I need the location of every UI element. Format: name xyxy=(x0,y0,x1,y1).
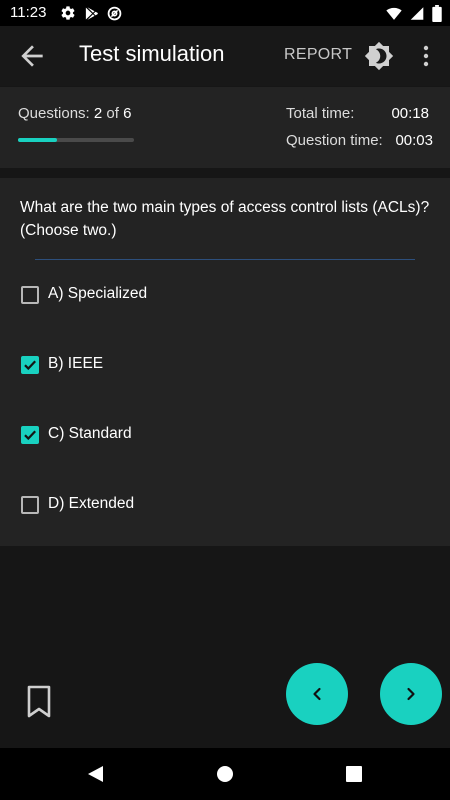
bookmark-button[interactable] xyxy=(25,684,53,720)
option-c-label: C) Standard xyxy=(48,425,132,442)
question-text: What are the two main types of access co… xyxy=(20,199,430,239)
recents-square-icon xyxy=(346,766,362,782)
total-time-label: Total time: xyxy=(286,105,355,122)
signal-icon xyxy=(410,7,424,20)
gear-icon xyxy=(61,6,75,20)
question-card: What are the two main types of access co… xyxy=(0,178,450,546)
overflow-menu-button[interactable] xyxy=(416,42,436,70)
previous-question-button[interactable] xyxy=(286,663,348,725)
chevron-right-icon xyxy=(407,687,415,701)
total-time-value: 00:18 xyxy=(391,105,429,122)
at-sign-icon xyxy=(107,6,122,20)
question-time-value: 00:03 xyxy=(395,132,433,149)
report-button[interactable]: REPORT xyxy=(284,46,352,64)
wifi-icon xyxy=(386,7,402,20)
option-d-label: D) Extended xyxy=(48,495,135,512)
option-b-label: B) IEEE xyxy=(48,355,104,372)
system-nav-bar xyxy=(0,748,450,800)
next-question-button[interactable] xyxy=(380,663,442,725)
bookmark-icon xyxy=(27,685,51,718)
checkbox-d[interactable] xyxy=(21,496,39,514)
questions-label: Questions: xyxy=(18,105,90,122)
brightness-icon xyxy=(364,41,394,71)
option-d[interactable]: D) Extended xyxy=(0,480,450,530)
page-title: Test simulation xyxy=(79,41,225,66)
back-triangle-icon xyxy=(88,766,103,782)
progress-bar-fill xyxy=(18,138,57,142)
divider xyxy=(35,259,415,260)
status-bar: 11:23 xyxy=(0,0,450,26)
more-vert-icon xyxy=(423,45,429,67)
battery-icon xyxy=(432,5,442,22)
nav-home-button[interactable] xyxy=(213,762,237,786)
checkbox-b[interactable] xyxy=(21,356,39,374)
option-c[interactable]: C) Standard xyxy=(0,410,450,460)
play-store-icon xyxy=(85,6,98,20)
option-b[interactable]: B) IEEE xyxy=(0,340,450,390)
checkmark-icon xyxy=(24,360,36,371)
arrow-left-icon xyxy=(21,45,43,67)
nav-recents-button[interactable] xyxy=(342,762,366,786)
total-questions-number: 6 xyxy=(123,105,132,122)
option-a[interactable]: A) Specialized xyxy=(0,270,450,320)
question-time-label: Question time: xyxy=(286,132,383,149)
checkbox-a[interactable] xyxy=(21,286,39,304)
app-bar: Test simulation REPORT xyxy=(0,26,450,86)
nav-back-button[interactable] xyxy=(84,762,108,786)
status-icons-right xyxy=(386,5,442,22)
chevron-left-icon xyxy=(313,687,321,701)
home-circle-icon xyxy=(217,766,233,782)
progress-card: Questions: 2 of 6 Total time: 00:18 Ques… xyxy=(0,87,450,168)
current-question-number: 2 xyxy=(93,105,103,122)
progress-bar xyxy=(18,138,134,142)
checkbox-c[interactable] xyxy=(21,426,39,444)
option-a-label: A) Specialized xyxy=(48,285,148,302)
checkmark-icon xyxy=(24,430,36,441)
of-label: of xyxy=(106,105,119,122)
status-time: 11:23 xyxy=(10,4,47,21)
question-counter: Questions: 2 of 6 xyxy=(18,105,131,122)
status-icons-left xyxy=(60,5,122,21)
theme-toggle-button[interactable] xyxy=(364,41,394,71)
back-button[interactable] xyxy=(16,40,48,72)
